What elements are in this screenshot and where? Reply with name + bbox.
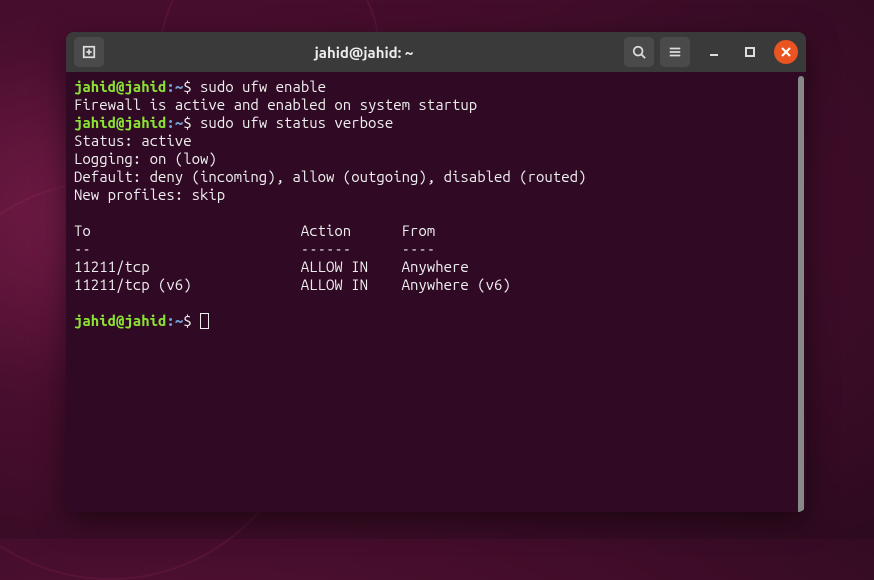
maximize-button[interactable] xyxy=(738,40,762,64)
close-icon xyxy=(781,47,791,57)
minimize-button[interactable] xyxy=(702,40,726,64)
table-row: 11211/tcp (v6) ALLOW IN Anywhere (v6) xyxy=(74,276,511,293)
window-title: jahid@jahid: ~ xyxy=(110,44,618,61)
command-1: sudo ufw enable xyxy=(200,78,326,95)
output-line: Logging: on (low) xyxy=(74,150,217,167)
prompt-user: jahid@jahid xyxy=(74,78,166,95)
output-line: New profiles: skip xyxy=(74,186,225,203)
output-line: Firewall is active and enabled on system… xyxy=(74,96,477,113)
prompt-symbol: $ xyxy=(183,78,191,95)
new-tab-button[interactable] xyxy=(74,37,104,67)
prompt-path: ~ xyxy=(175,114,183,131)
prompt-sep: : xyxy=(166,78,174,95)
scrollbar[interactable] xyxy=(796,72,806,512)
new-tab-icon xyxy=(82,45,96,59)
output-line: Default: deny (incoming), allow (outgoin… xyxy=(74,168,586,185)
terminal-output[interactable]: jahid@jahid:~$ sudo ufw enable Firewall … xyxy=(66,72,796,512)
table-row: 11211/tcp ALLOW IN Anywhere xyxy=(74,258,469,275)
table-header: To Action From xyxy=(74,222,435,239)
prompt-path: ~ xyxy=(175,312,183,329)
prompt-symbol: $ xyxy=(183,312,191,329)
prompt-user: jahid@jahid xyxy=(74,114,166,131)
close-button[interactable] xyxy=(774,40,798,64)
menu-button[interactable] xyxy=(660,37,690,67)
prompt-path: ~ xyxy=(175,78,183,95)
maximize-icon xyxy=(745,47,755,57)
output-line: Status: active xyxy=(74,132,192,149)
search-icon xyxy=(632,45,646,59)
search-button[interactable] xyxy=(624,37,654,67)
prompt-user: jahid@jahid xyxy=(74,312,166,329)
terminal-area[interactable]: jahid@jahid:~$ sudo ufw enable Firewall … xyxy=(66,72,806,512)
command-2: sudo ufw status verbose xyxy=(200,114,393,131)
terminal-window: jahid@jahid: ~ jahid@jahid:~$ sudo ufw e… xyxy=(66,32,806,512)
titlebar[interactable]: jahid@jahid: ~ xyxy=(66,32,806,72)
prompt-sep: : xyxy=(166,312,174,329)
cursor xyxy=(200,313,209,329)
table-divider: -- ------ ---- xyxy=(74,240,435,257)
prompt-symbol: $ xyxy=(183,114,191,131)
prompt-sep: : xyxy=(166,114,174,131)
minimize-icon xyxy=(709,47,719,57)
hamburger-icon xyxy=(668,45,682,59)
scrollbar-thumb[interactable] xyxy=(798,76,804,512)
